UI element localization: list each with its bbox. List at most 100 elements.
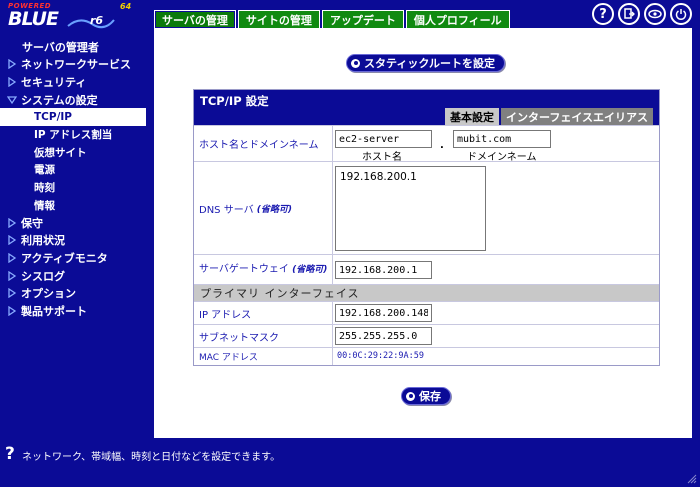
triangle-right-icon: [6, 59, 17, 70]
sidebar-item-label: 製品サポート: [21, 304, 87, 318]
dns-label: DNS サーバ (省略可): [194, 162, 333, 254]
sidebar-item-product-support[interactable]: 製品サポート: [0, 302, 154, 320]
domain-input[interactable]: [453, 130, 551, 148]
mac-row: MAC アドレス 00:0C:29:22:9A:59: [194, 347, 659, 365]
triangle-right-icon: [6, 305, 17, 316]
save-button[interactable]: 保存: [401, 387, 451, 405]
primary-interface-header: プライマリ インターフェイス: [194, 284, 659, 301]
sidebar-item-label: 利用状況: [21, 234, 65, 248]
sidebar-item-options[interactable]: オプション: [0, 284, 154, 302]
tab-site-management[interactable]: サイトの管理: [237, 10, 320, 28]
mac-address-value: 00:0C:29:22:9A:59: [337, 351, 424, 361]
panel-title: TCP/IP 設定: [200, 94, 269, 108]
sidebar-subitem-tcpip[interactable]: TCP/IP: [0, 108, 146, 126]
hostname-input[interactable]: [335, 130, 432, 148]
tcpip-settings-panel: TCP/IP 設定 基本設定 インターフェイスエイリアス ホスト名とドメインネー…: [193, 89, 660, 366]
sidebar-item-usage[interactable]: 利用状況: [0, 232, 154, 250]
dns-label-text: DNS サーバ: [199, 204, 254, 216]
sidebar-item-label: 保守: [21, 216, 43, 230]
sidebar-item-network-services[interactable]: ネットワークサービス: [0, 56, 154, 74]
gateway-label: サーバゲートウェイ (省略可): [194, 255, 333, 284]
dns-value-cell: [333, 162, 659, 254]
sidebar-subitem-power[interactable]: 電源: [0, 161, 154, 179]
power-icon[interactable]: [670, 3, 692, 25]
subtab-interface-alias[interactable]: インターフェイスエイリアス: [500, 108, 653, 125]
triangle-right-icon: [6, 288, 17, 299]
sidebar-header-admin: サーバの管理者: [22, 40, 99, 54]
tab-server-management[interactable]: サーバの管理: [154, 10, 236, 28]
ip-label: IP アドレス: [194, 302, 333, 324]
panel-header: TCP/IP 設定 基本設定 インターフェイスエイリアス: [194, 90, 659, 125]
dot-separator: .: [440, 140, 444, 151]
sidebar-item-label: シスログ: [21, 269, 65, 283]
logo-bits-text: 64: [120, 2, 132, 11]
subnet-value-cell: [333, 325, 659, 347]
sidebar-item-label: システムの設定: [21, 93, 98, 107]
sidebar-item-label: ネットワークサービス: [21, 58, 131, 72]
sidebar-subitem-info[interactable]: 情報: [0, 196, 154, 214]
top-icon-bar: ?: [592, 3, 692, 25]
sidebar-item-system-settings[interactable]: システムの設定: [0, 91, 154, 109]
triangle-right-icon: [6, 217, 17, 228]
domain-caption: ドメインネーム: [467, 152, 537, 163]
gateway-optional-text: (省略可): [292, 264, 328, 275]
dns-row: DNS サーバ (省略可): [194, 161, 659, 254]
hostname-caption: ホスト名: [362, 152, 402, 163]
triangle-right-icon: [6, 235, 17, 246]
sidebar-item-label: オプション: [21, 287, 76, 301]
subnet-label: サブネットマスク: [194, 325, 333, 347]
bullet-icon: [351, 58, 360, 68]
mac-value-cell: 00:0C:29:22:9A:59: [333, 348, 659, 365]
sidebar-subitem-virtual-sites[interactable]: 仮想サイト: [0, 144, 154, 162]
gateway-input[interactable]: [335, 261, 432, 279]
panel-subtabs: 基本設定 インターフェイスエイリアス: [444, 108, 653, 125]
dns-optional-text: (省略可): [256, 204, 293, 215]
dns-textarea[interactable]: [335, 166, 486, 251]
logo-version-text: r6: [90, 14, 104, 27]
sidebar-item-label: セキュリティ: [21, 75, 87, 89]
eye-icon[interactable]: [644, 3, 666, 25]
ip-row: IP アドレス: [194, 301, 659, 324]
sidebar-item-maintenance[interactable]: 保守: [0, 214, 154, 232]
tab-personal-profile[interactable]: 個人プロフィール: [405, 10, 510, 28]
logout-icon[interactable]: [618, 3, 640, 25]
subtab-basic-settings[interactable]: 基本設定: [444, 108, 499, 125]
subnet-row: サブネットマスク: [194, 324, 659, 347]
status-text: ネットワーク、帯域幅、時刻と日付などを設定できます。: [22, 452, 281, 463]
main-content: スタティックルートを設定 TCP/IP 設定 基本設定 インターフェイスエイリア…: [154, 28, 692, 438]
save-button-label: 保存: [419, 390, 441, 403]
triangle-down-icon: [6, 94, 17, 105]
logo-brand-text: BLUE: [8, 8, 59, 30]
sidebar-subitem-ip-assign[interactable]: IP アドレス割当: [0, 126, 154, 144]
sidebar: サーバの管理者 ネットワークサービス セキュリティ システムの設定 TCP/IP…: [0, 34, 154, 438]
subnet-mask-input[interactable]: [335, 327, 432, 345]
help-icon[interactable]: ?: [592, 3, 614, 25]
triangle-right-icon: [6, 252, 17, 263]
host-domain-row: ホスト名とドメインネーム ホスト名 . ドメインネーム: [194, 125, 659, 163]
gateway-value-cell: [333, 255, 659, 284]
blue-quartz-logo: POWERED BLUE r6 64: [4, 2, 154, 32]
tab-update[interactable]: アップデート: [321, 10, 404, 28]
sidebar-subitem-time[interactable]: 時刻: [0, 179, 154, 197]
sidebar-item-active-monitor[interactable]: アクティブモニタ: [0, 249, 154, 267]
app-window: POWERED BLUE r6 64 サーバの管理 サイトの管理 アップデート …: [0, 0, 700, 487]
sidebar-item-label: アクティブモニタ: [21, 251, 108, 265]
triangle-right-icon: [6, 76, 17, 87]
ip-address-input[interactable]: [335, 304, 432, 322]
sidebar-item-security[interactable]: セキュリティ: [0, 73, 154, 91]
static-route-button[interactable]: スタティックルートを設定: [346, 54, 506, 72]
gateway-row: サーバゲートウェイ (省略可): [194, 254, 659, 284]
help-question-icon: ?: [5, 444, 15, 464]
triangle-right-icon: [6, 270, 17, 281]
static-route-button-label: スタティックルートを設定: [364, 57, 496, 70]
ip-value-cell: [333, 302, 659, 324]
host-domain-value-cell: ホスト名 . ドメインネーム: [333, 126, 659, 163]
bullet-icon: [406, 391, 415, 401]
top-tab-bar: サーバの管理 サイトの管理 アップデート 個人プロフィール: [154, 10, 510, 28]
status-bar: ? ネットワーク、帯域幅、時刻と日付などを設定できます。: [0, 441, 700, 487]
mac-label: MAC アドレス: [194, 348, 333, 365]
resize-grip-icon[interactable]: [687, 474, 697, 484]
gateway-label-text: サーバゲートウェイ: [199, 263, 289, 275]
sidebar-item-syslog[interactable]: シスログ: [0, 267, 154, 285]
host-domain-label: ホスト名とドメインネーム: [194, 126, 333, 161]
